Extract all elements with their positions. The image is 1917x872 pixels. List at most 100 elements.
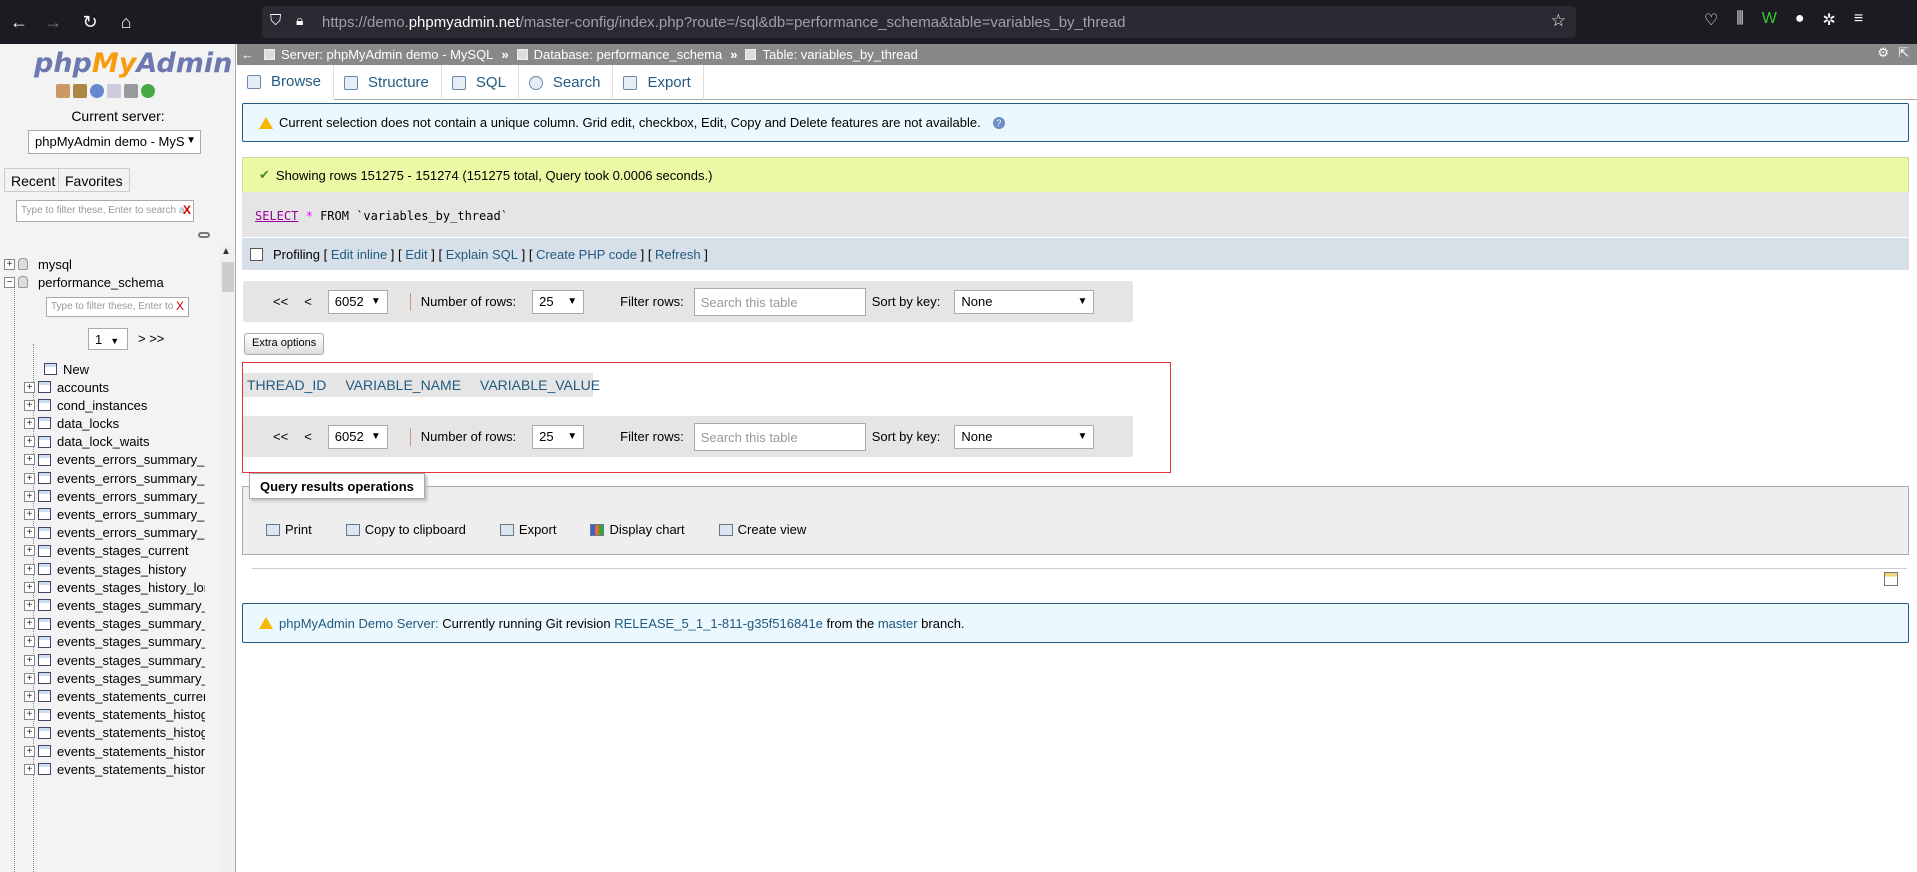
expand-icon[interactable]: + bbox=[24, 709, 35, 721]
gear-icon[interactable]: ⚙ bbox=[1877, 45, 1889, 61]
expand-icon[interactable]: ⇱ bbox=[1898, 45, 1909, 61]
create-php-code-link[interactable]: Create PHP code bbox=[536, 247, 637, 262]
tree-item-mysql[interactable]: + mysql bbox=[4, 254, 72, 274]
next-page-links[interactable]: > >> bbox=[138, 331, 164, 346]
expand-icon[interactable]: + bbox=[24, 672, 35, 684]
expand-icon[interactable]: + bbox=[24, 636, 35, 648]
scrollbar[interactable] bbox=[220, 244, 235, 872]
tab-structure[interactable]: Structure bbox=[334, 65, 442, 100]
expand-icon[interactable]: + bbox=[24, 454, 35, 466]
collapse-icon[interactable]: − bbox=[4, 276, 15, 288]
column-header-thread-id[interactable]: THREAD_ID bbox=[247, 377, 326, 393]
rows-select[interactable]: 25 ▼ bbox=[532, 424, 585, 449]
tree-item-table[interactable]: + events_errors_summary_by bbox=[24, 468, 205, 488]
sort-by-key-select[interactable]: None ▼ bbox=[954, 289, 1095, 314]
back-arrow-icon[interactable]: ← bbox=[7, 10, 31, 34]
print-link[interactable]: Print bbox=[266, 522, 312, 537]
expand-icon[interactable]: + bbox=[24, 508, 35, 520]
tree-item-table[interactable]: + events_stages_history bbox=[24, 559, 186, 579]
tree-item-table[interactable]: + events_stages_summary_b bbox=[24, 650, 205, 670]
tab-search[interactable]: Search bbox=[519, 65, 614, 100]
extension-puzzle-icon[interactable]: ✲ bbox=[1823, 10, 1836, 30]
first-page-button[interactable]: << bbox=[273, 429, 288, 444]
sort-by-key-select[interactable]: None ▼ bbox=[954, 424, 1095, 449]
table-filter-input[interactable]: Type to filter these, Enter to bbox=[46, 297, 189, 317]
home-icon[interactable] bbox=[56, 84, 70, 98]
expand-icon[interactable]: + bbox=[24, 436, 35, 448]
previous-page-button[interactable]: < bbox=[304, 294, 312, 309]
library-icon[interactable]: ⫼ bbox=[1736, 10, 1743, 30]
extension-icon[interactable]: W bbox=[1762, 10, 1777, 30]
pocket-icon[interactable]: ♡ bbox=[1704, 10, 1718, 30]
demo-server-link[interactable]: phpMyAdmin Demo Server: bbox=[279, 616, 439, 631]
url-bar[interactable]: ⛉ 🔒︎ https://demo.phpmyadmin.net/master-… bbox=[262, 6, 1576, 38]
column-header-variable-value[interactable]: VARIABLE_VALUE bbox=[480, 377, 600, 393]
edit-inline-link[interactable]: Edit inline bbox=[331, 247, 387, 262]
rows-select[interactable]: 25 ▼ bbox=[532, 289, 585, 314]
tree-item-table[interactable]: + events_statements_history bbox=[24, 759, 205, 779]
create-view-link[interactable]: Create view bbox=[718, 522, 806, 537]
console-toggle-icon[interactable] bbox=[1884, 572, 1898, 586]
link-icon[interactable] bbox=[198, 232, 210, 238]
menu-icon[interactable]: ≡ bbox=[1854, 10, 1863, 30]
adblock-icon[interactable]: ● bbox=[1795, 10, 1805, 30]
tab-sql[interactable]: SQL bbox=[442, 65, 519, 100]
tree-item-table[interactable]: + events_statements_current bbox=[24, 686, 205, 706]
edit-link[interactable]: Edit bbox=[405, 247, 427, 262]
tree-item-table[interactable]: + events_stages_history_lon bbox=[24, 577, 205, 597]
bookmark-star-icon[interactable]: ☆ bbox=[1551, 11, 1566, 31]
shield-icon[interactable]: ⛉ bbox=[270, 12, 281, 29]
tree-item-table[interactable]: + events_stages_summary_b bbox=[24, 632, 205, 652]
scroll-up-icon[interactable]: ▲ bbox=[221, 246, 231, 257]
expand-icon[interactable]: + bbox=[24, 399, 35, 411]
table-filter-clear-button[interactable]: X bbox=[176, 299, 184, 313]
page-number-select[interactable]: 6052 ▼ bbox=[327, 289, 388, 314]
expand-icon[interactable]: + bbox=[24, 599, 35, 611]
sql-keyword-select[interactable]: SELECT bbox=[255, 209, 298, 223]
filter-clear-button[interactable]: X bbox=[183, 203, 191, 217]
tree-item-table[interactable]: + events_stages_summary_b bbox=[24, 595, 205, 615]
tree-item-table[interactable]: + events_stages_summary_g bbox=[24, 668, 205, 688]
breadcrumb-table[interactable]: Table: variables_by_thread bbox=[762, 47, 917, 62]
help-icon[interactable]: ? bbox=[992, 116, 1005, 129]
copy-to-clipboard-link[interactable]: Copy to clipboard bbox=[345, 522, 466, 537]
tree-item-table[interactable]: + events_errors_summary_by bbox=[24, 486, 205, 506]
expand-icon[interactable]: + bbox=[24, 690, 35, 702]
page-select[interactable]: 1 ▼ bbox=[88, 328, 128, 350]
expand-icon[interactable]: + bbox=[24, 563, 35, 575]
expand-icon[interactable]: + bbox=[24, 472, 35, 484]
extra-options-button[interactable]: Extra options bbox=[244, 333, 325, 355]
expand-icon[interactable]: + bbox=[24, 654, 35, 666]
collapse-nav-icon[interactable]: ← bbox=[241, 47, 254, 62]
tree-item-table[interactable]: + events_statements_history bbox=[24, 741, 205, 761]
previous-page-button[interactable]: < bbox=[304, 429, 312, 444]
git-revision-link[interactable]: RELEASE_5_1_1-811-g35f516841e bbox=[614, 616, 823, 631]
tab-export[interactable]: Export bbox=[613, 65, 704, 100]
breadcrumb-server[interactable]: Server: phpMyAdmin demo - MySQL bbox=[281, 47, 493, 62]
tree-item-table[interactable]: + cond_instances bbox=[24, 395, 147, 415]
column-header-variable-name[interactable]: VARIABLE_NAME bbox=[345, 377, 461, 393]
breadcrumb-database[interactable]: Database: performance_schema bbox=[534, 47, 723, 62]
expand-icon[interactable]: + bbox=[24, 527, 35, 539]
expand-icon[interactable]: + bbox=[4, 258, 15, 270]
profiling-checkbox[interactable] bbox=[250, 247, 263, 261]
expand-icon[interactable]: + bbox=[24, 581, 35, 593]
logout-icon[interactable] bbox=[73, 84, 87, 98]
expand-icon[interactable]: + bbox=[24, 490, 35, 502]
reload-icon[interactable]: ↻ bbox=[78, 10, 102, 34]
page-number-select[interactable]: 6052 ▼ bbox=[327, 424, 388, 449]
help-icon[interactable] bbox=[90, 84, 104, 98]
expand-icon[interactable]: + bbox=[24, 763, 35, 775]
expand-icon[interactable]: + bbox=[24, 618, 35, 630]
expand-icon[interactable]: + bbox=[24, 727, 35, 739]
expand-icon[interactable]: + bbox=[24, 745, 35, 757]
tree-item-table[interactable]: + events_statements_histogr bbox=[24, 723, 205, 743]
master-branch-link[interactable]: master bbox=[878, 616, 918, 631]
navigation-filter-input[interactable]: Type to filter these, Enter to search a bbox=[16, 200, 194, 222]
forward-arrow-icon[interactable]: → bbox=[41, 10, 65, 34]
docs-icon[interactable] bbox=[107, 84, 121, 98]
expand-icon[interactable]: + bbox=[24, 417, 35, 429]
phpmyadmin-logo[interactable]: phpMyAdmin bbox=[34, 48, 232, 79]
tree-item-table[interactable]: + events_errors_summary_gl bbox=[24, 523, 205, 543]
tree-item-table[interactable]: + data_lock_waits bbox=[24, 432, 150, 452]
